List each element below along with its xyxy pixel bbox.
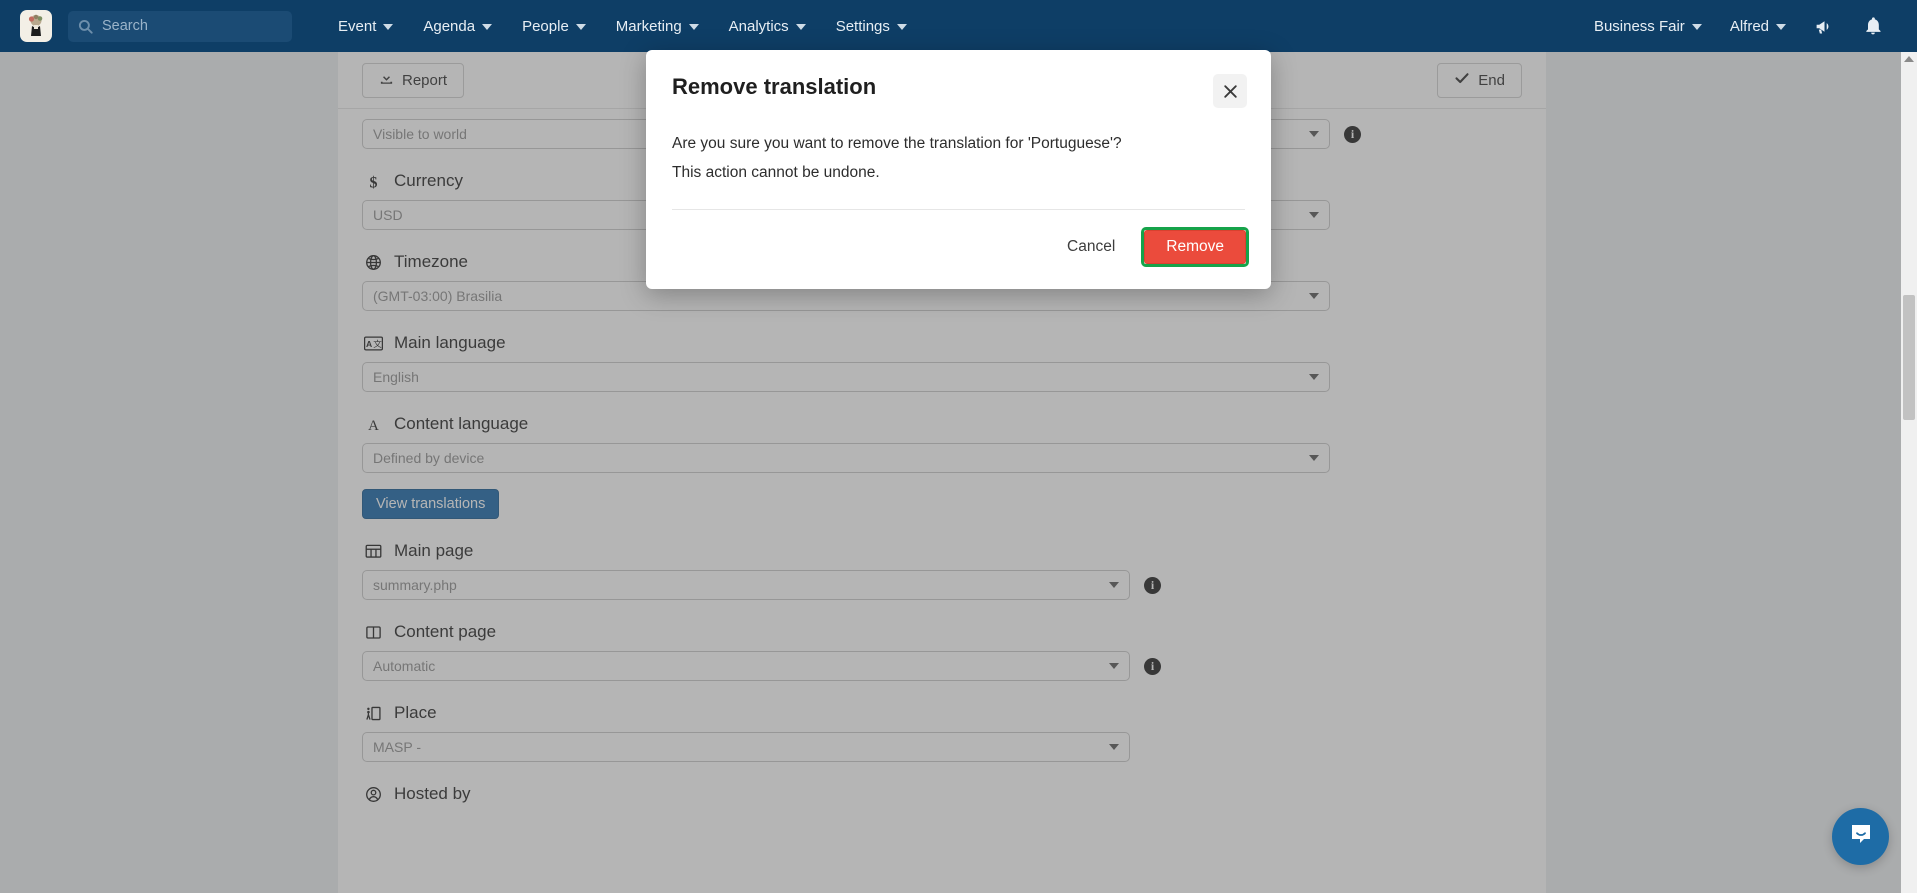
chevron-down-icon (1776, 24, 1786, 30)
close-icon[interactable] (1213, 74, 1247, 108)
user-menu[interactable]: Alfred (1730, 18, 1786, 35)
bell-icon[interactable] (1863, 16, 1883, 36)
nav-item-people[interactable]: People (522, 18, 586, 35)
page-scrollbar-track[interactable] (1901, 52, 1917, 893)
remove-button[interactable]: Remove (1144, 230, 1246, 265)
nav-item-settings[interactable]: Settings (836, 18, 907, 35)
nav-item-event[interactable]: Event (338, 17, 394, 35)
remove-translation-dialog: Remove translation Are you sure you want… (646, 50, 1271, 290)
event-selector-label: Business Fair (1593, 17, 1685, 35)
navbar-right: Business Fair Alfred (1594, 16, 1897, 37)
dialog-title: Remove translation (672, 74, 877, 99)
nav-item-agenda[interactable]: Agenda (423, 17, 493, 35)
nav-label: Agenda (423, 17, 476, 35)
search-icon (78, 19, 93, 34)
chat-widget-button[interactable] (1832, 808, 1889, 865)
dialog-body: Are you sure you want to remove the tran… (646, 108, 1271, 187)
nav-label: Event (338, 17, 377, 35)
nav-label: Analytics (728, 17, 789, 35)
nav-label: People (522, 17, 569, 35)
megaphone-icon[interactable] (1814, 16, 1835, 37)
top-navbar: Search Event Agenda People Marketing Ana… (0, 0, 1917, 52)
dialog-footer: Cancel Remove (646, 210, 1271, 289)
dialog-header: Remove translation (646, 50, 1271, 108)
remove-button-highlight: Remove (1141, 227, 1249, 268)
chevron-down-icon (575, 24, 586, 30)
chat-bubble-icon (1846, 819, 1876, 854)
page-scrollbar-thumb[interactable] (1903, 295, 1915, 420)
scroll-up-arrow-icon[interactable] (1904, 56, 1914, 62)
nav-label: Marketing (615, 17, 682, 35)
nav-label: Settings (835, 17, 890, 35)
dialog-message-line1: Are you sure you want to remove the tran… (672, 135, 1122, 152)
page-root: Search Event Agenda People Marketing Ana… (0, 0, 1917, 893)
chevron-down-icon (383, 24, 394, 30)
nav-item-marketing[interactable]: Marketing (616, 18, 699, 35)
user-menu-label: Alfred (1729, 17, 1769, 35)
nav-item-analytics[interactable]: Analytics (729, 18, 806, 35)
cancel-button[interactable]: Cancel (1059, 232, 1123, 262)
dialog-message-line2: This action cannot be undone. (672, 163, 880, 181)
search-input[interactable]: Search (68, 10, 292, 42)
chevron-down-icon (795, 24, 806, 30)
chevron-down-icon (688, 24, 699, 30)
main-menu: Event Agenda People Marketing Analytics … (338, 18, 907, 35)
event-selector[interactable]: Business Fair (1594, 18, 1702, 35)
search-placeholder: Search (102, 18, 148, 34)
chevron-down-icon (896, 24, 907, 30)
event-logo[interactable] (20, 10, 52, 42)
chevron-down-icon (482, 24, 493, 30)
chevron-down-icon (1691, 24, 1702, 30)
